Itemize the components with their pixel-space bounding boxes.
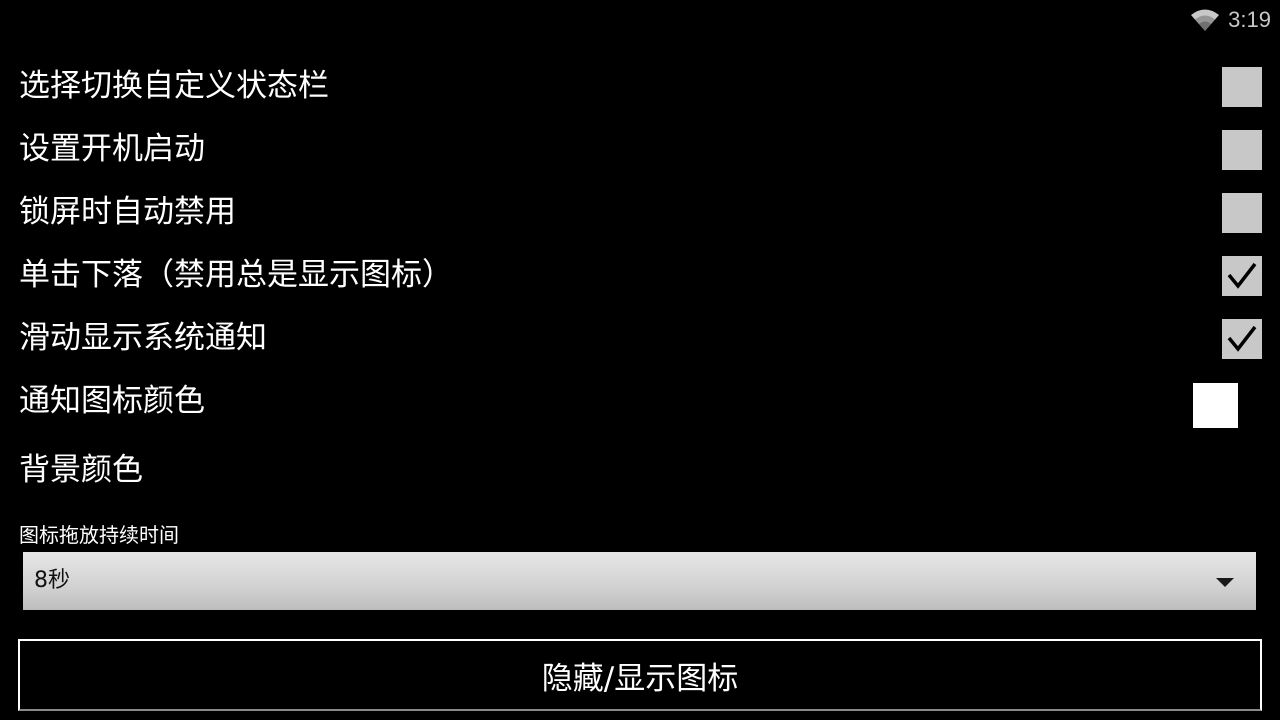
setting-custom-statusbar-label: 选择切换自定义状态栏: [19, 68, 329, 104]
drag-duration-label: 图标拖放持续时间: [19, 523, 179, 547]
tap-drop-checkbox[interactable]: [1222, 256, 1262, 296]
setting-tap-drop-label: 单击下落（禁用总是显示图标）: [19, 257, 453, 293]
lockscreen-disable-checkbox[interactable]: [1222, 193, 1262, 233]
toggle-icon-button-label: 隐藏/显示图标: [541, 660, 739, 697]
boot-start-checkbox[interactable]: [1222, 130, 1262, 170]
checkmark-icon: [1227, 325, 1257, 352]
drag-duration-dropdown[interactable]: 8秒: [23, 552, 1256, 610]
swipe-notify-checkbox[interactable]: [1222, 319, 1262, 359]
drag-duration-value: 8秒: [34, 568, 70, 593]
clock: 3:19: [1228, 7, 1271, 32]
settings-screen: 3:19 选择切换自定义状态栏 设置开机启动 锁屏时自动禁用 单击下落（禁用总是…: [0, 0, 1280, 720]
setting-boot-start-label: 设置开机启动: [19, 131, 205, 167]
setting-lockscreen-disable-label: 锁屏时自动禁用: [19, 194, 236, 230]
background-color-label[interactable]: 背景颜色: [19, 450, 143, 490]
toggle-icon-button[interactable]: 隐藏/显示图标: [18, 639, 1262, 711]
wifi-icon: [1191, 9, 1220, 31]
checkmark-icon: [1227, 262, 1257, 289]
setting-swipe-notify-label: 滑动显示系统通知: [19, 320, 267, 356]
dropdown-arrow-icon: [1216, 578, 1234, 587]
notification-icon-color-swatch[interactable]: [1193, 383, 1238, 428]
custom-statusbar-checkbox[interactable]: [1222, 67, 1262, 107]
notification-icon-color-label: 通知图标颜色: [19, 383, 205, 419]
status-bar: 3:19: [1190, 0, 1280, 40]
